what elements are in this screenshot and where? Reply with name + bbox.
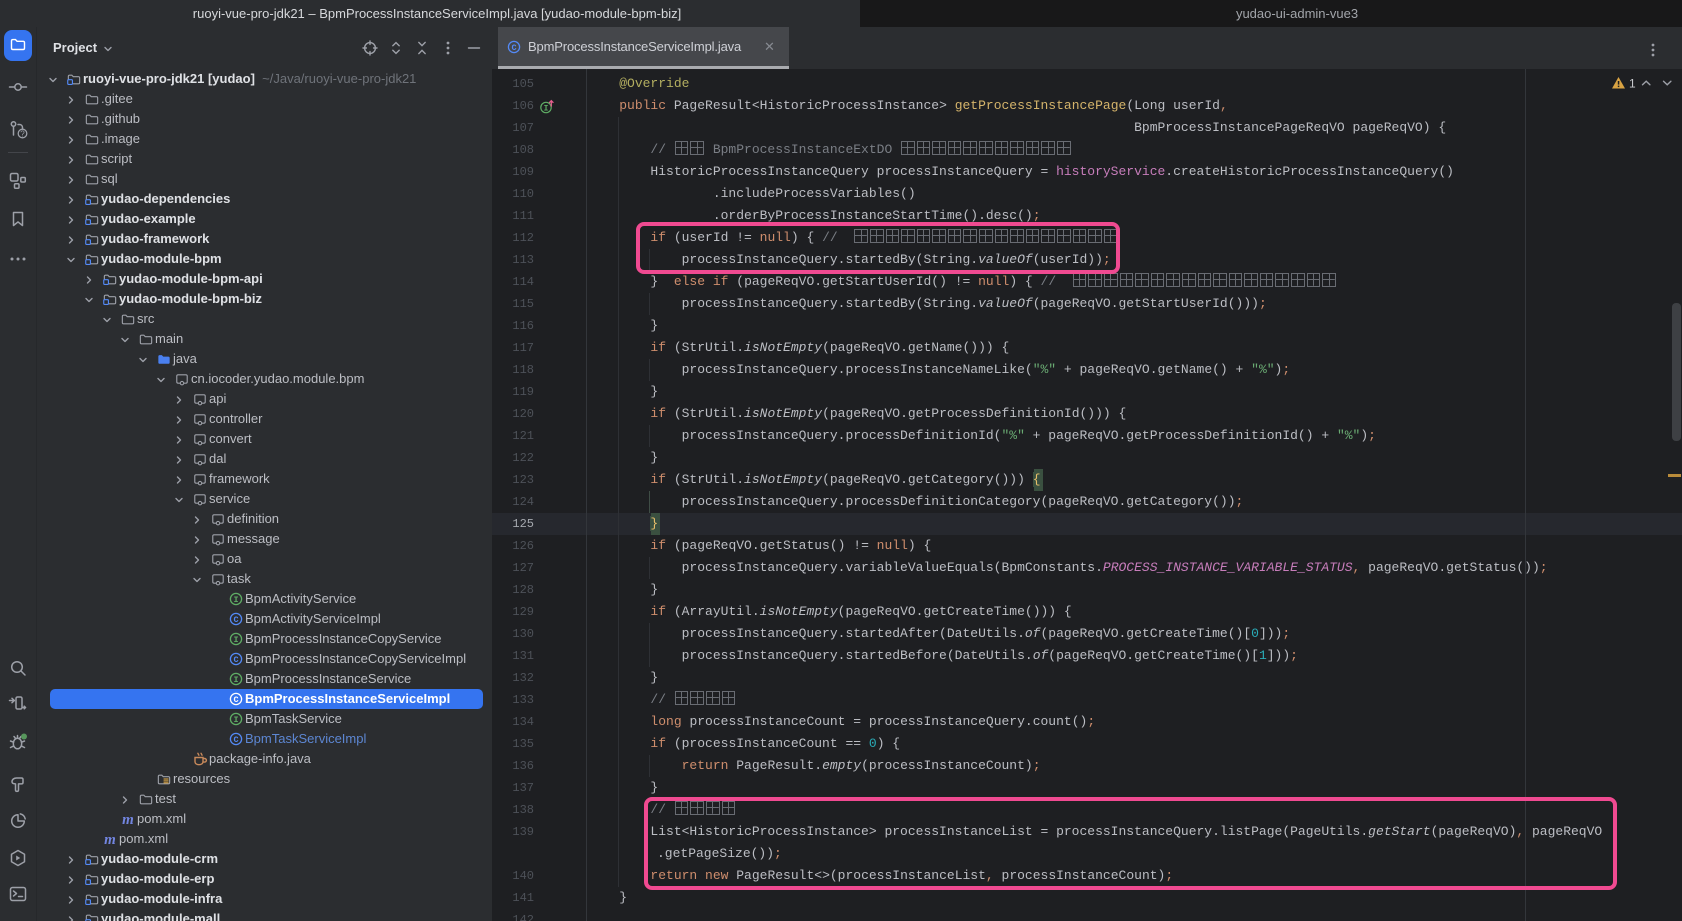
- svg-text:?: ?: [20, 130, 25, 139]
- svg-text:1: 1: [1629, 77, 1636, 91]
- svg-text:C: C: [233, 615, 238, 625]
- svg-text:I: I: [233, 635, 238, 645]
- svg-text:I: I: [233, 595, 238, 605]
- svg-text:m: m: [104, 832, 116, 847]
- svg-text:I: I: [233, 675, 238, 685]
- svg-text:I: I: [544, 104, 549, 113]
- svg-text:C: C: [233, 735, 238, 745]
- svg-text:I: I: [233, 715, 238, 725]
- svg-text:C: C: [233, 655, 238, 665]
- svg-text:C: C: [233, 695, 238, 705]
- svg-text:m: m: [122, 812, 134, 827]
- svg-text:C: C: [511, 43, 516, 53]
